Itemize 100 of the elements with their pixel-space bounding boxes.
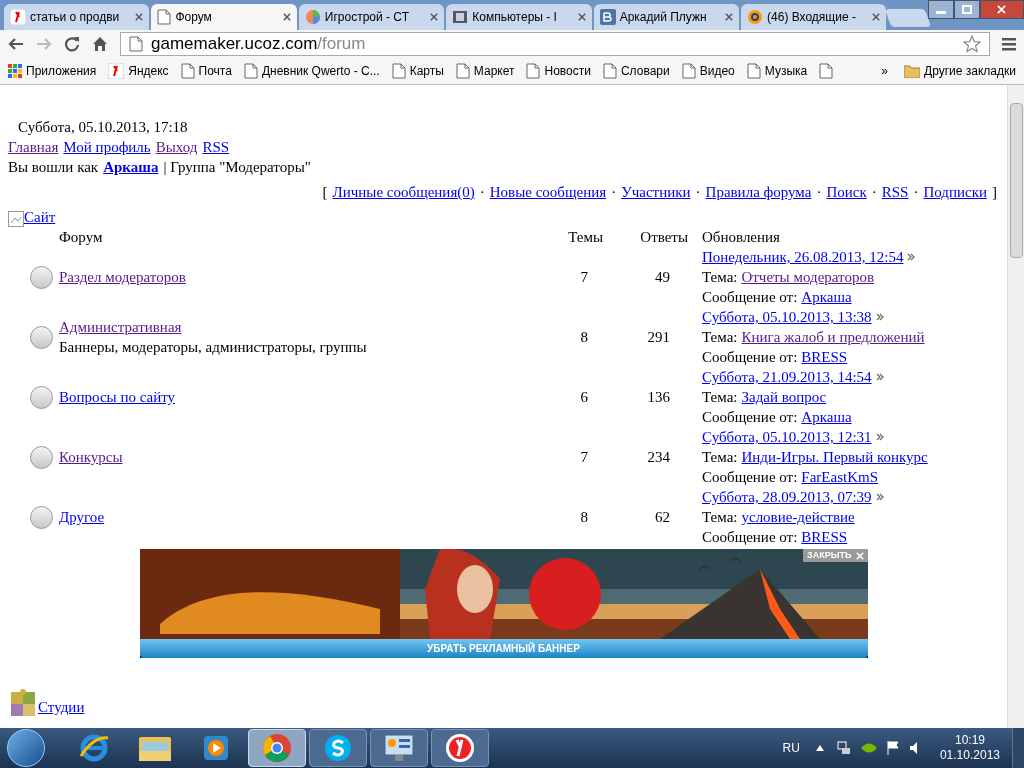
bookmark[interactable]: Приложения xyxy=(8,62,97,80)
scrollbar[interactable] xyxy=(1007,85,1024,728)
author-link[interactable]: FarEastKmS xyxy=(801,467,878,487)
nav-link[interactable]: Подписки xyxy=(923,182,987,202)
forum-link[interactable]: Раздел модераторов xyxy=(59,267,186,287)
author-link[interactable]: Аркаша xyxy=(801,407,852,427)
clock[interactable]: 10:19 01.10.2013 xyxy=(939,733,1000,763)
close-tab-icon[interactable] xyxy=(135,13,144,21)
nav-link[interactable]: RSS xyxy=(881,182,909,202)
forum-status-icon xyxy=(30,445,53,469)
nav-link[interactable]: Поиск xyxy=(826,182,867,202)
star-icon[interactable] xyxy=(963,35,981,53)
forum-link[interactable]: Другое xyxy=(59,507,105,527)
nav-link[interactable]: Личные сообщения(0) xyxy=(332,182,475,202)
bookmark[interactable]: Дневник Qwerto - С... xyxy=(243,62,380,80)
author-label: Сообщение от: xyxy=(702,528,798,547)
topic-link[interactable]: Задай вопрос xyxy=(741,387,827,407)
chrome-icon xyxy=(261,732,293,764)
column-header: Темы xyxy=(567,228,604,247)
close-tab-icon[interactable] xyxy=(725,13,734,21)
browser-tab[interactable]: Игрострой - СТ xyxy=(298,4,445,30)
topic-link[interactable]: условие-действие xyxy=(741,507,855,527)
restore-button[interactable] xyxy=(953,0,980,19)
browser-tab[interactable]: Форум xyxy=(151,4,297,30)
topics-count: 8 xyxy=(579,508,589,527)
page-icon xyxy=(157,9,172,25)
bookmark[interactable]: Яндекс xyxy=(108,62,169,80)
tray-arrow-icon[interactable] xyxy=(815,745,824,751)
replies-count: 136 xyxy=(646,388,671,407)
broken-image-icon xyxy=(8,211,24,227)
reload-icon[interactable] xyxy=(64,36,80,52)
start-button[interactable] xyxy=(7,729,45,767)
topic-link[interactable]: Отчеты модераторов xyxy=(741,267,874,287)
section-link[interactable]: Студии xyxy=(38,697,85,717)
double-chevron-icon[interactable] xyxy=(875,493,884,501)
replies-count: 234 xyxy=(646,448,671,467)
forum-link[interactable]: Вопросы по сайту xyxy=(59,387,176,407)
browser-tab[interactable]: (46) Входящие - xyxy=(741,4,887,30)
top-link[interactable]: Выход xyxy=(155,137,198,157)
forum-status-icon xyxy=(30,325,53,349)
nav-link[interactable]: Участники xyxy=(621,182,691,202)
top-link[interactable]: Главная xyxy=(8,137,59,157)
author-link[interactable]: BRESS xyxy=(801,527,848,547)
bookmark[interactable]: Почта xyxy=(180,62,232,80)
close-tab-icon[interactable] xyxy=(577,13,586,21)
topic-link[interactable]: Инди-Игры. Первый конкурс xyxy=(741,447,928,467)
taskbar-app[interactable] xyxy=(431,729,489,767)
author-link[interactable]: BRESS xyxy=(801,347,848,367)
home-icon[interactable] xyxy=(92,36,108,52)
topic-label: Тема: xyxy=(702,508,738,527)
double-chevron-icon[interactable] xyxy=(875,433,884,441)
author-link[interactable]: Аркаша xyxy=(801,287,852,307)
forum-link[interactable]: Административная xyxy=(59,317,182,337)
topic-link[interactable]: Книга жалоб и предложений xyxy=(741,327,925,347)
language-indicator[interactable]: RU xyxy=(782,739,800,757)
browser-tab[interactable]: статьи о продви xyxy=(4,4,150,30)
last-post-link[interactable]: Суббота, 21.09.2013, 14:54 xyxy=(702,367,872,387)
other-bookmarks[interactable]: Другие закладки xyxy=(904,62,1016,80)
topic-label: Тема: xyxy=(702,388,738,407)
top-link[interactable]: Мой профиль xyxy=(63,137,151,157)
taskbar-app[interactable] xyxy=(370,729,428,767)
topics-count: 7 xyxy=(579,448,589,467)
nav-link[interactable]: Новые сообщения xyxy=(489,182,607,202)
last-post-link[interactable]: Понедельник, 26.08.2013, 12:54 xyxy=(702,247,904,267)
browser-tab[interactable]: Аркадий Плужн xyxy=(593,4,740,30)
page-icon xyxy=(746,63,761,79)
nav-link[interactable]: Правила форума xyxy=(705,182,812,202)
bookmark[interactable]: Карты xyxy=(391,62,444,80)
bookmark[interactable]: Музыка xyxy=(746,62,808,80)
address-bar[interactable]: gamemaker.ucoz.com/forum xyxy=(120,32,990,56)
page-icon xyxy=(455,63,470,79)
replies-count: 291 xyxy=(646,328,671,347)
menu-icon[interactable] xyxy=(1002,37,1016,51)
close-tab-icon[interactable] xyxy=(872,13,881,21)
close-tab-icon[interactable] xyxy=(430,13,439,21)
double-chevron-icon[interactable] xyxy=(907,253,916,261)
bookmark[interactable]: Новости xyxy=(526,62,591,80)
group-text: | Группа "Модераторы" xyxy=(163,158,311,177)
minimize-button[interactable] xyxy=(927,0,954,19)
user-link[interactable]: Аркаша xyxy=(103,157,159,177)
double-chevron-icon[interactable] xyxy=(875,373,884,381)
last-post-link[interactable]: Суббота, 28.09.2013, 07:39 xyxy=(702,487,872,507)
taskbar-app[interactable] xyxy=(309,729,367,767)
close-icon xyxy=(997,5,1007,14)
forum-link[interactable]: Конкурсы xyxy=(59,447,123,467)
section-link[interactable]: Сайт xyxy=(24,207,56,227)
bookmark[interactable]: Маркет xyxy=(455,62,515,80)
close-tab-icon[interactable] xyxy=(282,13,291,21)
bookmark[interactable]: Словари xyxy=(602,62,670,80)
browser-tab[interactable]: Компьютеры - І xyxy=(446,4,592,30)
more-bookmarks[interactable]: » xyxy=(881,62,889,80)
bookmark[interactable]: Видео xyxy=(681,62,735,80)
double-chevron-icon[interactable] xyxy=(875,313,884,321)
last-post-link[interactable]: Суббота, 05.10.2013, 12:31 xyxy=(702,427,872,447)
network-icon[interactable] xyxy=(835,740,852,756)
close-window-button[interactable] xyxy=(979,0,1024,19)
back-icon[interactable] xyxy=(8,37,24,51)
last-post-link[interactable]: Суббота, 05.10.2013, 13:38 xyxy=(702,307,872,327)
top-link[interactable]: RSS xyxy=(202,137,230,157)
flag-icon[interactable] xyxy=(885,740,900,756)
